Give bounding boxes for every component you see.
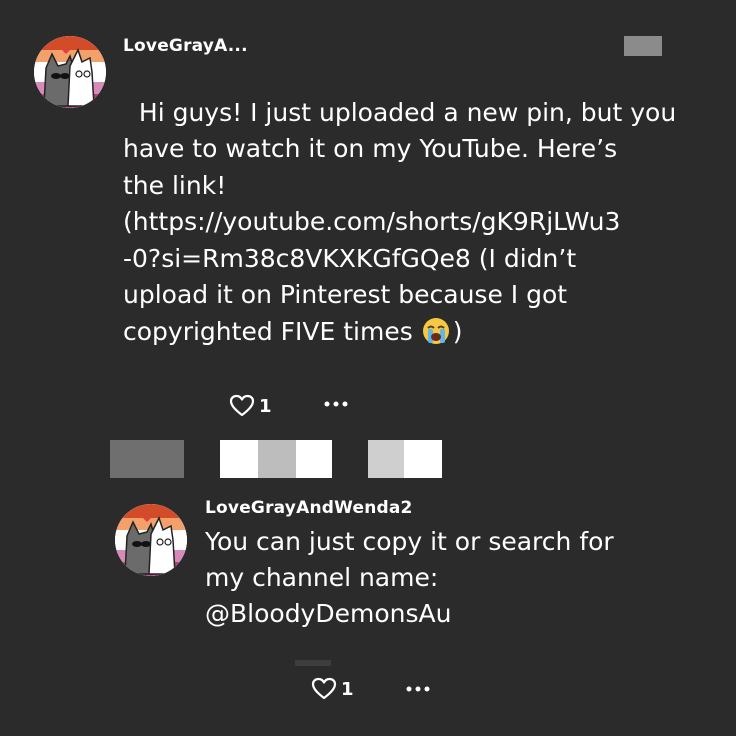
post-body: Hi guys! I just uploaded a new pin, but … [123, 58, 723, 350]
avatar-image [34, 36, 106, 108]
post-text: Hi guys! I just uploaded a new pin, but … [123, 97, 677, 346]
avatar-image [115, 504, 187, 576]
reply-like-button[interactable]: 1 [311, 677, 354, 701]
heart-outline-icon [311, 677, 337, 700]
loudly-crying-face-icon [421, 316, 453, 346]
redacted-block [404, 440, 442, 478]
redacted-block [295, 660, 331, 666]
redacted-block [220, 440, 258, 478]
redacted-block [258, 440, 296, 478]
redacted-block [368, 440, 404, 478]
reply-username[interactable]: LoveGrayAndWenda2 [205, 498, 413, 518]
heart-outline-icon [229, 394, 255, 417]
reply-text: You can just copy it or search for my ch… [205, 527, 614, 628]
reply-more-options-icon[interactable] [404, 677, 432, 706]
post-username[interactable]: LoveGrayA... [123, 36, 248, 56]
redacted-block [624, 36, 662, 56]
post-more-options-icon[interactable] [322, 392, 350, 421]
reply-like-count: 1 [341, 678, 354, 700]
reply-avatar[interactable] [115, 504, 187, 576]
redacted-block [110, 440, 184, 478]
post-avatar[interactable] [34, 36, 106, 108]
post-like-button[interactable]: 1 [229, 394, 272, 418]
post-text-end: ) [452, 316, 463, 346]
redacted-block [296, 440, 332, 478]
post-like-count: 1 [259, 395, 272, 417]
